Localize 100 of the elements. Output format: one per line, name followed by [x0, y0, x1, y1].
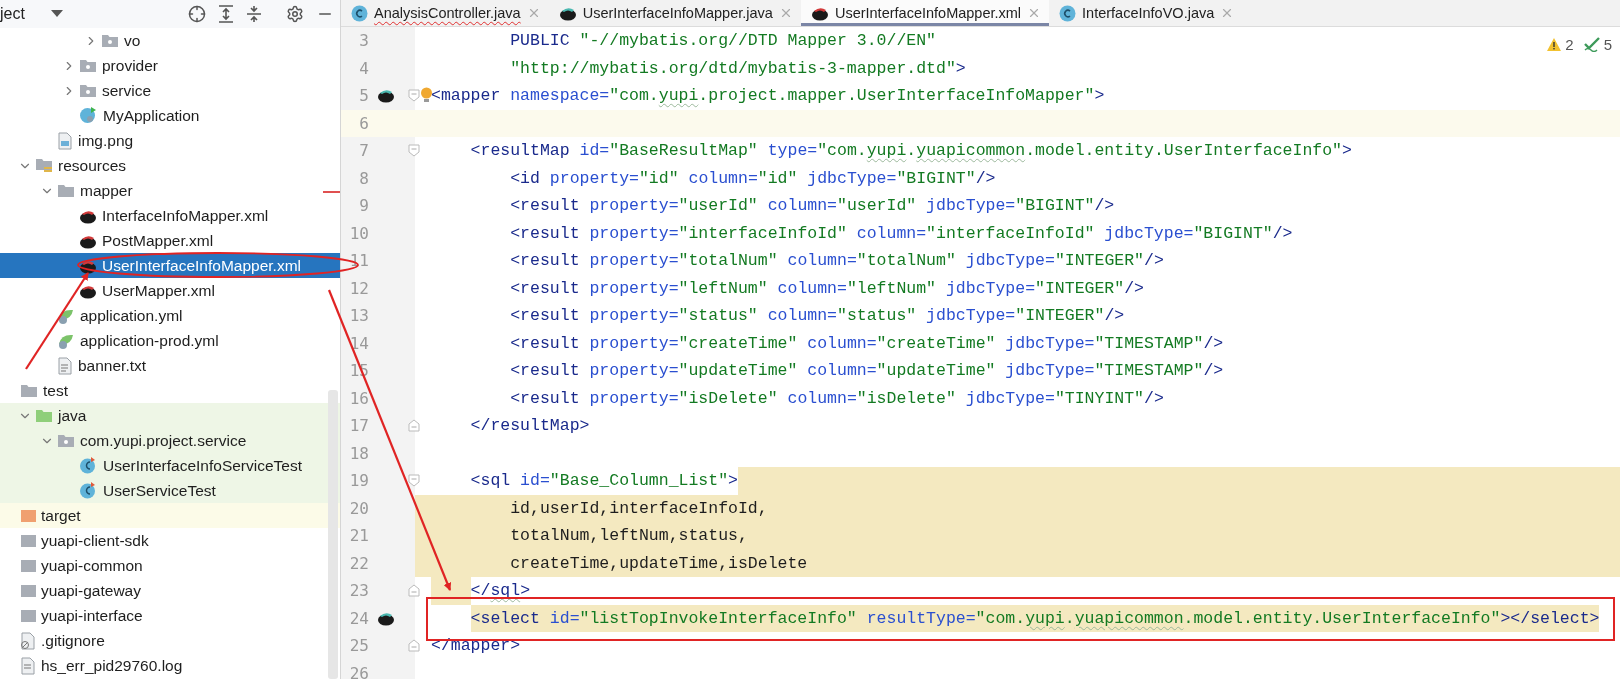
line-number: 3 — [358, 31, 369, 51]
editor-tab[interactable]: AnalysisController.java — [341, 0, 549, 26]
folder-icon — [57, 183, 75, 198]
tree-item[interactable]: resources — [0, 153, 340, 178]
tree-item[interactable]: UserMapper.xml — [0, 278, 340, 303]
code-line: <result property="status" column="status" jdbcType="INTEGER"/> — [510, 305, 1125, 328]
tree-item[interactable]: hs_err_pid29760.log — [0, 653, 340, 678]
tree-item[interactable]: PostMapper.xml — [0, 228, 340, 253]
folder-icon — [35, 408, 53, 423]
line-number: 19 — [348, 471, 369, 491]
tree-item[interactable]: target — [0, 503, 340, 528]
line-number: 21 — [348, 526, 369, 546]
tree-item[interactable]: test — [0, 378, 340, 403]
line-number: 18 — [348, 443, 369, 463]
line-number: 24 — [348, 608, 369, 628]
tree-item[interactable]: application.yml — [0, 303, 340, 328]
tree-item[interactable]: mapper — [0, 178, 340, 203]
class-icon — [1059, 4, 1077, 22]
image-file-icon — [57, 131, 73, 150]
package-icon — [101, 33, 119, 48]
line-number: 20 — [348, 498, 369, 518]
line-number: 6 — [358, 113, 369, 133]
tree-item[interactable]: InterfaceInfoMapper.xml — [0, 203, 340, 228]
tree-item[interactable]: yuapi-client-sdk — [0, 528, 340, 553]
line-number: 14 — [348, 333, 369, 353]
tree-item[interactable]: UserServiceTest — [0, 478, 340, 503]
bird-icon — [377, 87, 395, 103]
code-line: "http://mybatis.org/dtd/mybatis-3-mapper.dtd"> — [510, 57, 966, 80]
code-line: totalNum,leftNum,status, — [510, 525, 748, 548]
code-line: <result property="userId" column="userId" jdbcType="BIGINT"/> — [510, 195, 1115, 218]
line-number: 12 — [348, 278, 369, 298]
tree-item[interactable]: MyApplication — [0, 103, 340, 128]
bird-icon — [810, 5, 829, 21]
line-number: 16 — [348, 388, 369, 408]
class-icon — [351, 4, 368, 22]
code-line: <mapper namespace="com.yupi.project.mapper.UserInterfaceInfoMapper"> — [431, 85, 1105, 108]
folder-icon — [20, 508, 36, 523]
line-number: 17 — [348, 416, 369, 436]
test-class-icon — [79, 456, 98, 475]
collapse-all-icon[interactable] — [246, 5, 262, 23]
tree-item[interactable]: yuapi-interface — [0, 603, 340, 628]
tree-item[interactable]: UserInterfaceInfoServiceTest — [0, 453, 340, 478]
tree-item[interactable]: yuapi-gateway — [0, 578, 340, 603]
package-icon — [79, 83, 97, 98]
editor-tab[interactable]: InterfaceInfoVO.java — [1049, 0, 1243, 26]
line-number: 9 — [358, 196, 369, 216]
code-line: <id property="id" column="id" jdbcType="BIGINT"/> — [510, 167, 996, 190]
code-line: </resultMap> — [470, 415, 590, 438]
folder-icon — [20, 533, 36, 548]
bird-icon — [558, 5, 577, 21]
tree-item[interactable]: yuapi-common — [0, 553, 340, 578]
fold-icon[interactable] — [408, 474, 420, 487]
tree-item[interactable]: java — [0, 403, 340, 428]
text-file-icon — [57, 356, 73, 375]
code-line: <sql id="Base_Column_List"> — [470, 470, 738, 493]
editor-tab[interactable]: UserInterfaceInfoMapper.xml — [800, 0, 1050, 26]
tree-item[interactable]: service — [0, 78, 340, 103]
scrollbar[interactable] — [328, 390, 338, 679]
line-number: 13 — [348, 306, 369, 326]
warning-icon — [1546, 37, 1563, 52]
locate-icon[interactable] — [188, 5, 206, 23]
line-number: 7 — [358, 141, 369, 161]
package-icon — [79, 58, 97, 73]
lightbulb-icon[interactable] — [421, 87, 432, 105]
line-number: 8 — [358, 168, 369, 188]
settings-icon[interactable] — [286, 5, 304, 23]
line-number: 22 — [348, 553, 369, 573]
expand-all-icon[interactable] — [218, 5, 234, 23]
code-line: <result property="createTime" column="createTime" jdbcType="TIMESTAMP"/> — [510, 332, 1224, 355]
tree-item[interactable]: vo — [0, 28, 340, 53]
tree-item[interactable]: com.yupi.project.service — [0, 428, 340, 453]
code-line: <result property="interfaceInfoId" column="interfaceInfoId" jdbcType="BIGINT"/> — [510, 222, 1293, 245]
code-line: <result property="leftNum" column="leftNum" jdbcType="INTEGER"/> — [510, 277, 1144, 300]
code-line: <result property="updateTime" column="updateTime" jdbcType="TIMESTAMP"/> — [510, 360, 1224, 383]
tree-item[interactable]: img.png — [0, 128, 340, 153]
code-line: <result property="isDelete" column="isDelete" jdbcType="TINYINT"/> — [510, 387, 1164, 410]
code-line: id,userId,interfaceInfoId, — [510, 497, 768, 520]
check-icon — [1583, 37, 1601, 52]
tree-item[interactable]: .gitignore — [0, 628, 340, 653]
folder-icon — [20, 583, 36, 598]
resources-folder-icon — [35, 157, 53, 174]
tree-item[interactable]: banner.txt — [0, 353, 340, 378]
editor-tab[interactable]: UserInterfaceInfoMapper.java — [548, 0, 801, 26]
log-file-icon — [20, 656, 36, 675]
package-icon — [57, 433, 75, 448]
line-number: 23 — [348, 581, 369, 601]
tree-item[interactable]: provider — [0, 53, 340, 78]
tree-item[interactable]: application-prod.yml — [0, 328, 340, 353]
code-line: createTime,updateTime,isDelete — [510, 552, 808, 575]
code-line: PUBLIC "-//mybatis.org//DTD Mapper 3.0//EN" — [510, 30, 936, 53]
folder-icon — [20, 383, 38, 398]
folder-icon — [20, 558, 36, 573]
code-line: </mapper> — [431, 635, 521, 658]
line-number: 4 — [358, 58, 369, 78]
line-number: 25 — [348, 636, 369, 656]
caret-icon[interactable] — [50, 10, 63, 18]
check-count[interactable]: 5 — [1583, 36, 1612, 53]
panel-title[interactable]: ject — [0, 5, 25, 23]
code-line: <resultMap id="BaseResultMap" type="com.yupi.yuapicommon.model.entity.UserInterfaceInfo"> — [470, 140, 1352, 163]
warning-count[interactable]: 2 — [1546, 36, 1574, 53]
